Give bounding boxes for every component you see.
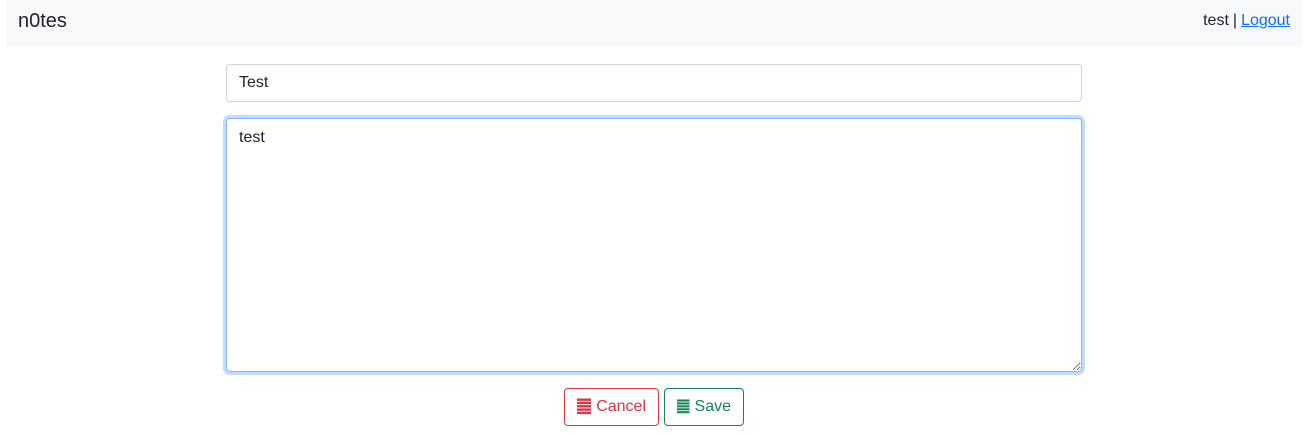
note-body-textarea[interactable]: test: [226, 118, 1082, 372]
user-area: test | Logout: [1203, 11, 1290, 31]
note-title-input[interactable]: [226, 64, 1082, 102]
navbar: n0tes test | Logout: [6, 0, 1302, 47]
list-icon: [677, 399, 690, 414]
logout-link[interactable]: Logout: [1241, 12, 1290, 29]
username: test: [1203, 12, 1229, 29]
save-button[interactable]: Save: [664, 388, 744, 426]
user-separator: |: [1232, 12, 1238, 29]
save-label: Save: [694, 398, 731, 415]
cancel-label: Cancel: [596, 398, 646, 415]
cancel-button[interactable]: Cancel: [564, 388, 659, 426]
app-brand[interactable]: n0tes: [18, 9, 67, 33]
list-icon: [577, 398, 592, 415]
